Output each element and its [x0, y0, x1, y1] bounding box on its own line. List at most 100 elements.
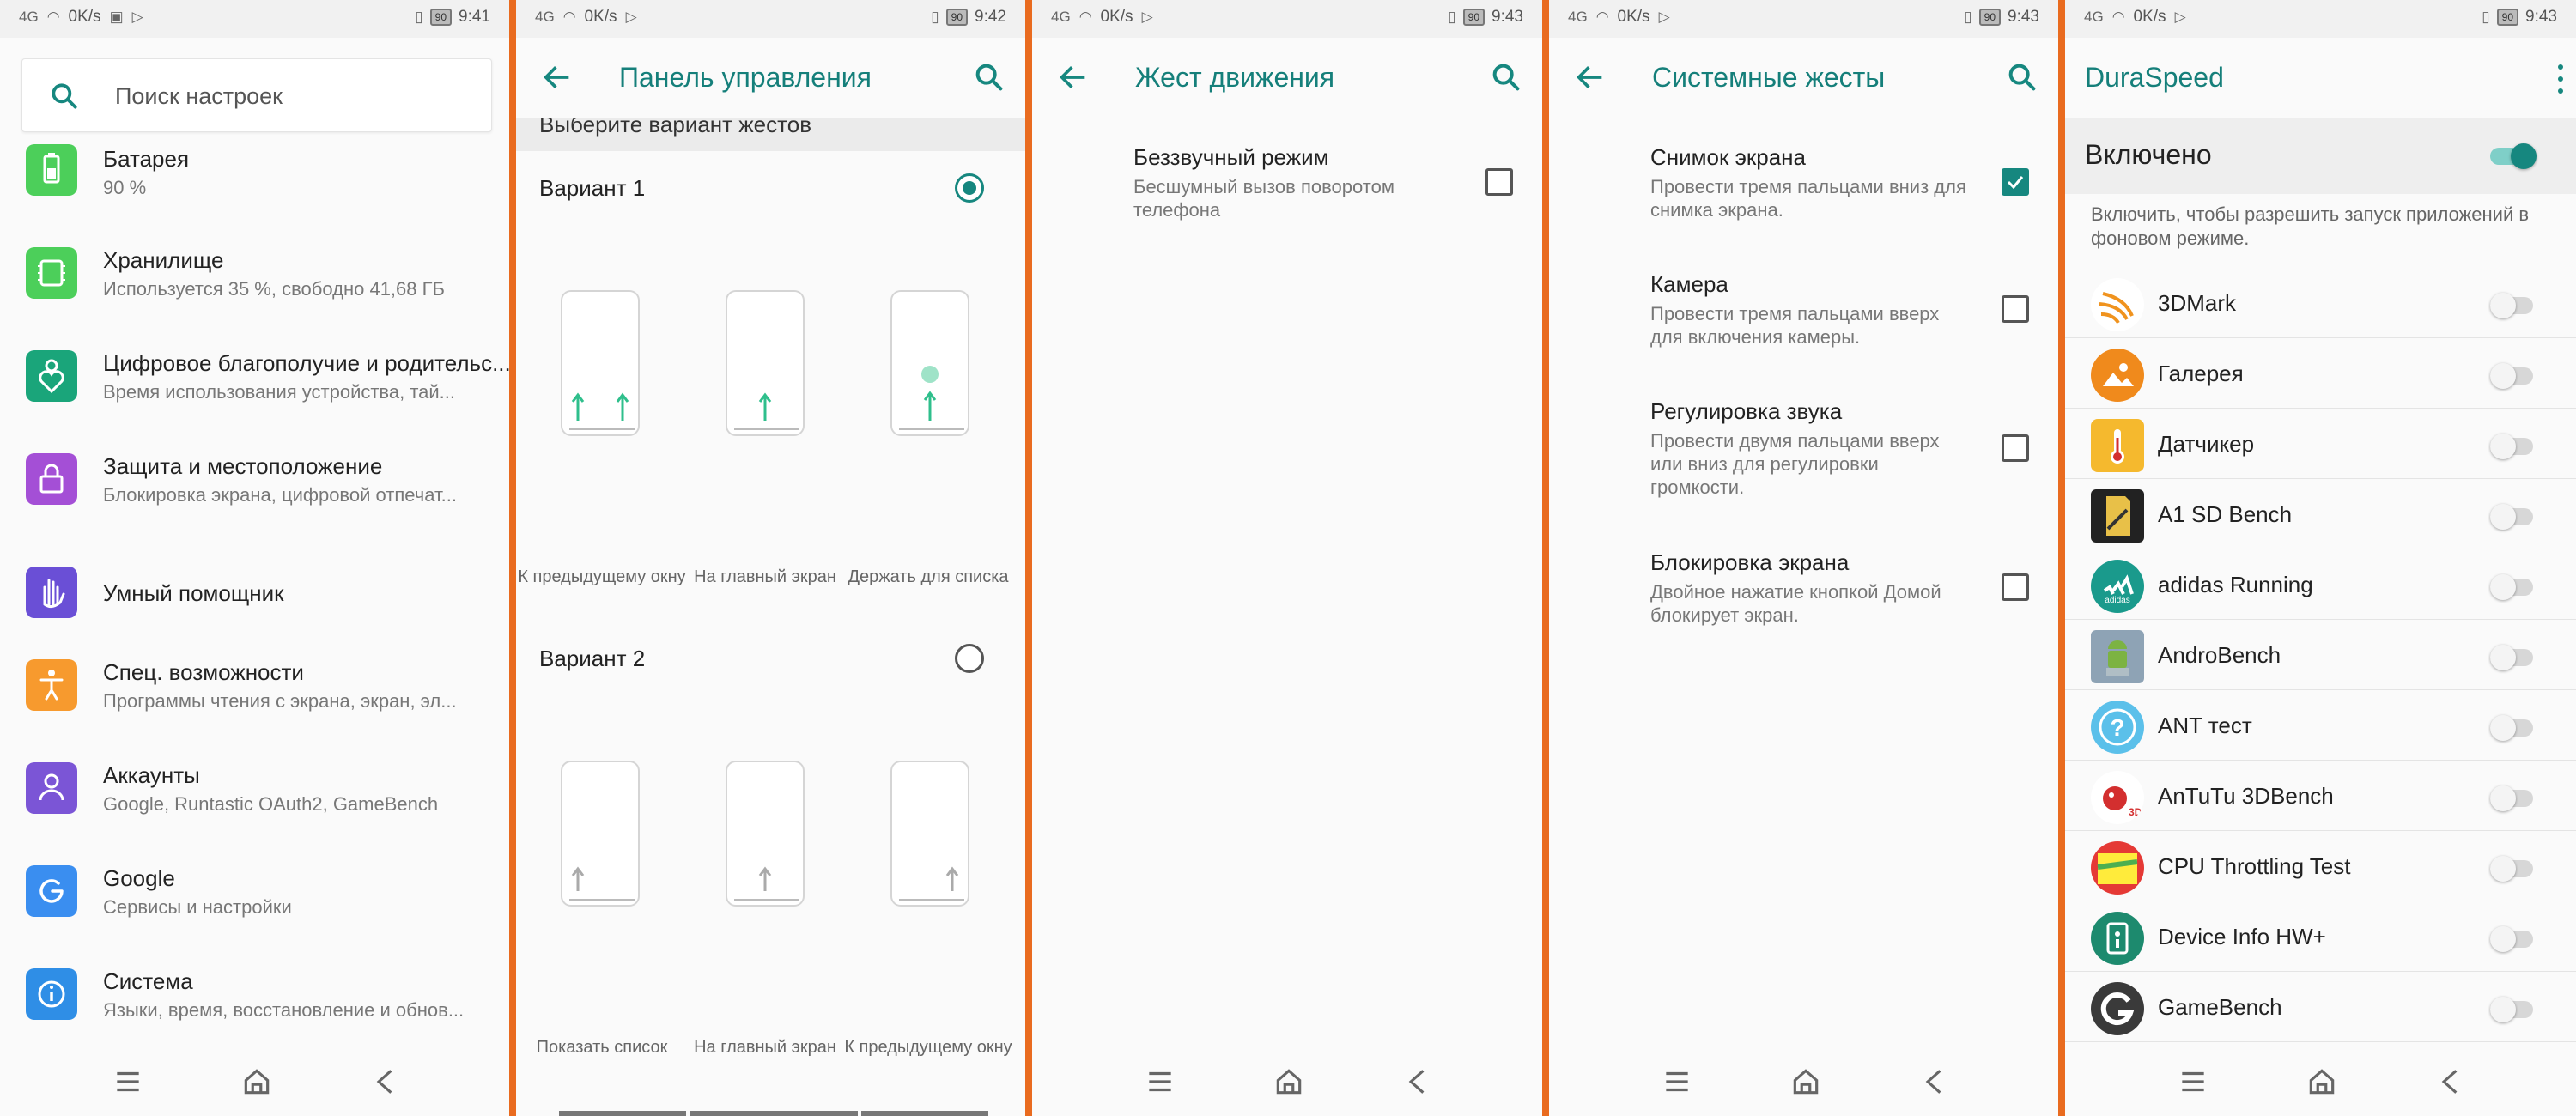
app-name: A1 SD Bench — [2158, 501, 2293, 527]
lock-screen-checkbox[interactable] — [2002, 573, 2029, 601]
volume-checkbox[interactable] — [2002, 434, 2029, 462]
indicator-bar — [690, 1111, 858, 1116]
control-panel-screen: 4G ◠ 0K/s ▷ ▯ 90 9:42 Выберите вариант ж… — [516, 0, 1025, 1116]
clock: 9:42 — [975, 8, 1006, 26]
app-background-toggle[interactable] — [2490, 855, 2533, 882]
settings-item-title: Защита и местоположение — [103, 453, 383, 479]
back-nav-icon[interactable] — [1401, 1065, 1434, 1098]
app-name: AnTuTu 3DBench — [2158, 783, 2334, 809]
home-icon[interactable] — [1273, 1065, 1305, 1098]
app-row[interactable]: GameBench — [2065, 972, 2576, 1042]
app-background-toggle[interactable] — [2490, 996, 2533, 1022]
gesture-caption: На главный экран — [694, 567, 836, 586]
settings-item-wellbeing[interactable]: Цифровое благополучие и родительс... Вре… — [0, 343, 509, 446]
status-bar: 4G ◠ 0K/s ▷ ▯ 90 9:42 — [516, 0, 1025, 38]
status-bar: 4G ◠ 0K/s ▷ ▯ 90 9:43 — [2065, 0, 2576, 38]
play-store-icon: ▷ — [131, 9, 143, 25]
recents-menu-icon[interactable] — [112, 1065, 144, 1098]
app-row[interactable]: 3DMark — [2065, 268, 2576, 338]
settings-item-accounts[interactable]: Аккаунты Google, Runtastic OAuth2, GameB… — [0, 755, 509, 858]
back-arrow-icon[interactable] — [540, 60, 574, 94]
indicator-bar — [861, 1111, 988, 1116]
app-row[interactable]: AndroBench — [2065, 620, 2576, 690]
settings-search-input[interactable]: Поиск настроек — [21, 58, 492, 132]
settings-item-battery[interactable]: Батарея 90 % — [0, 137, 509, 206]
settings-item-accessibility[interactable]: Спец. возможности Программы чтения с экр… — [0, 652, 509, 755]
app-background-toggle[interactable] — [2490, 714, 2533, 741]
search-icon[interactable] — [1489, 60, 1523, 94]
recents-menu-icon[interactable] — [1144, 1065, 1176, 1098]
variant-1-label: Вариант 1 — [539, 175, 646, 201]
clock: 9:43 — [2008, 8, 2039, 26]
app-background-toggle[interactable] — [2490, 362, 2533, 389]
net-speed: 0K/s — [1617, 8, 1650, 26]
recents-menu-icon[interactable] — [2177, 1065, 2209, 1098]
app-background-toggle[interactable] — [2490, 573, 2533, 600]
app-row[interactable]: ? ANT тест — [2065, 690, 2576, 761]
indicator-bar — [559, 1111, 686, 1116]
back-nav-icon[interactable] — [369, 1065, 402, 1098]
settings-item-subtitle: Используется 35 %, свободно 41,68 ГБ — [103, 278, 445, 300]
settings-item-assistant[interactable]: Умный помощник — [0, 549, 509, 652]
back-nav-icon[interactable] — [2434, 1065, 2467, 1098]
home-icon[interactable] — [1789, 1065, 1822, 1098]
settings-item-subtitle: Время использования устройства, тай... — [103, 381, 456, 403]
app-background-toggle[interactable] — [2490, 925, 2533, 952]
gesture-illustration-hold — [890, 290, 969, 436]
duraspeed-master-toggle[interactable] — [2490, 143, 2537, 169]
adidas-icon: adidas — [2091, 560, 2144, 613]
app-background-toggle[interactable] — [2490, 785, 2533, 811]
variant-1-radio[interactable] — [955, 173, 984, 203]
app-background-toggle[interactable] — [2490, 503, 2533, 530]
back-arrow-icon[interactable] — [1056, 60, 1091, 94]
app-row[interactable]: Галерея — [2065, 338, 2576, 409]
home-icon[interactable] — [240, 1065, 273, 1098]
duraspeed-master-switch-row[interactable]: Включено — [2065, 118, 2576, 194]
accessibility-icon — [26, 659, 77, 711]
play-store-icon: ▷ — [2174, 9, 2186, 25]
app-row[interactable]: A1 SD Bench — [2065, 479, 2576, 549]
silent-mode-checkbox[interactable] — [1485, 168, 1513, 196]
item-subtitle: Бесшумный вызов поворотом телефона — [1133, 176, 1394, 221]
app-row[interactable]: Датчикер — [2065, 409, 2576, 479]
recents-menu-icon[interactable] — [1661, 1065, 1693, 1098]
gesture-caption: К предыдущему окну — [844, 1038, 1012, 1057]
page-title: Системные жесты — [1652, 62, 1886, 93]
app-row[interactable]: adidas adidas Running — [2065, 549, 2576, 620]
search-icon[interactable] — [972, 60, 1006, 94]
variant-2-label: Вариант 2 — [539, 646, 646, 671]
variant-2-radio[interactable] — [955, 644, 984, 673]
app-background-toggle[interactable] — [2490, 292, 2533, 318]
settings-item-security[interactable]: Защита и местоположение Блокировка экран… — [0, 446, 509, 549]
search-icon[interactable] — [2005, 60, 2039, 94]
back-arrow-icon[interactable] — [1573, 60, 1607, 94]
wifi-icon: ◠ — [1078, 9, 1092, 25]
network-label: 4G — [1051, 9, 1071, 25]
app-name: Галерея — [2158, 361, 2244, 386]
settings-item-google[interactable]: Google Сервисы и настройки — [0, 858, 509, 961]
home-icon[interactable] — [2306, 1065, 2338, 1098]
app-background-toggle[interactable] — [2490, 433, 2533, 459]
app-row[interactable]: Device Info HW+ — [2065, 901, 2576, 972]
more-options-icon[interactable] — [2543, 62, 2563, 96]
battery-indicator: 90 — [429, 9, 453, 26]
settings-item-title: Хранилище — [103, 247, 224, 273]
app-bar: DuraSpeed — [2065, 38, 2576, 118]
settings-item-title: Аккаунты — [103, 762, 200, 788]
app-bar: Панель управления — [516, 38, 1025, 118]
nav-bar — [1032, 1046, 1542, 1116]
app-row[interactable]: CPU Throttling Test — [2065, 831, 2576, 901]
gesture-illustration-list — [561, 761, 640, 907]
app-name: AndroBench — [2158, 642, 2281, 668]
network-label: 4G — [19, 9, 39, 25]
screenshot-checkbox[interactable] — [2002, 168, 2029, 196]
back-nav-icon[interactable] — [1918, 1065, 1951, 1098]
settings-item-storage[interactable]: Хранилище Используется 35 %, свободно 41… — [0, 240, 509, 343]
camera-checkbox[interactable] — [2002, 295, 2029, 323]
app-background-toggle[interactable] — [2490, 644, 2533, 670]
nav-bar — [1549, 1046, 2058, 1116]
gesture-illustration-back-2 — [890, 761, 969, 907]
play-store-icon: ▷ — [1141, 9, 1153, 25]
gallery-icon — [2091, 349, 2144, 402]
app-row[interactable]: 3D AnTuTu 3DBench — [2065, 761, 2576, 831]
